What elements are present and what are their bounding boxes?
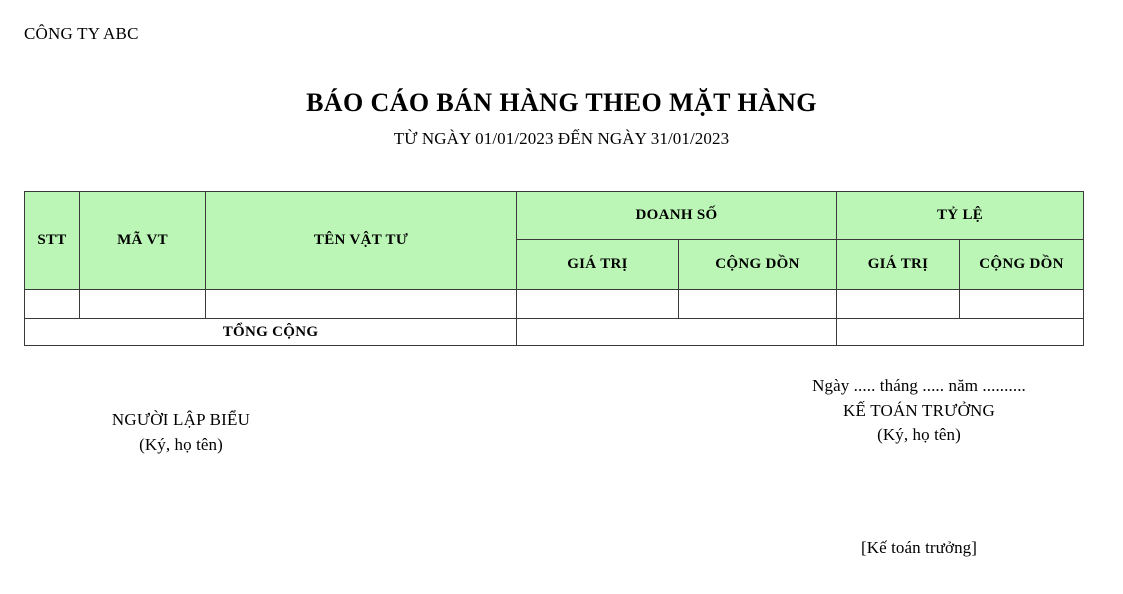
- cell-ma-vt: [79, 289, 206, 319]
- column-header-ma-vt: MÃ VT: [79, 191, 206, 290]
- cell-ty-le-cong-don: [958, 289, 1085, 319]
- column-header-stt: STT: [24, 191, 80, 290]
- column-header-doanh-so: DOANH SỐ: [516, 191, 837, 240]
- table-header: STT MÃ VT TÊN VẬT TƯ DOANH SỐ TỶ LỆ GIÁ …: [24, 191, 1085, 290]
- signature-block-chief-accountant: Ngày ..... tháng ..... năm .......... KẾ…: [779, 374, 1059, 448]
- total-doanh-so: [516, 318, 837, 346]
- cell-ten-vat-tu: [205, 289, 517, 319]
- company-name: CÔNG TY ABC: [24, 24, 139, 43]
- cell-doanh-so-cong-don: [678, 289, 837, 319]
- footer-role-tag: [Kế toán trưởng]: [860, 538, 978, 557]
- report-page: CÔNG TY ABC BÁO CÁO BÁN HÀNG THEO MẶT HÀ…: [0, 0, 1123, 594]
- cell-stt: [24, 289, 80, 319]
- preparer-sign-note: (Ký, họ tên): [139, 434, 223, 454]
- chief-accountant-sign-note: (Ký, họ tên): [877, 425, 961, 445]
- chief-accountant-role-label: KẾ TOÁN TRƯỞNG: [843, 400, 995, 420]
- cell-ty-le-gia-tri: [836, 289, 960, 319]
- signature-block-preparer: NGƯỜI LẬP BIỂU (Ký, họ tên): [61, 408, 301, 457]
- column-header-ty-le-cong-don: CỘNG DỒN: [958, 239, 1085, 290]
- column-header-ten-vat-tu: TÊN VẬT TƯ: [205, 191, 517, 290]
- report-period-subtitle: TỪ NGÀY 01/01/2023 ĐẾN NGÀY 31/01/2023: [393, 128, 730, 148]
- total-ty-le: [835, 318, 1085, 346]
- report-table: STT MÃ VT TÊN VẬT TƯ DOANH SỐ TỶ LỆ GIÁ …: [24, 191, 1085, 346]
- column-header-doanh-so-gia-tri: GIÁ TRỊ: [516, 239, 679, 290]
- signature-date-line: Ngày ..... tháng ..... năm ..........: [812, 376, 1026, 395]
- column-header-ty-le: TỶ LỆ: [835, 191, 1085, 240]
- table-total-row: TỔNG CỘNG: [24, 318, 1085, 346]
- table-row: [24, 289, 1085, 319]
- title-block: BÁO CÁO BÁN HÀNG THEO MẶT HÀNG TỪ NGÀY 0…: [0, 88, 1123, 149]
- column-header-doanh-so-cong-don: CỘNG DỒN: [678, 239, 837, 290]
- column-header-ty-le-gia-tri: GIÁ TRỊ: [836, 239, 960, 290]
- report-table-container: STT MÃ VT TÊN VẬT TƯ DOANH SỐ TỶ LỆ GIÁ …: [24, 191, 1085, 346]
- total-label: TỔNG CỘNG: [24, 318, 517, 346]
- table-body: TỔNG CỘNG: [24, 289, 1085, 346]
- preparer-role-label: NGƯỜI LẬP BIỂU: [111, 410, 251, 429]
- table-header-row-top: STT MÃ VT TÊN VẬT TƯ DOANH SỐ TỶ LỆ: [24, 191, 1085, 290]
- page-title: BÁO CÁO BÁN HÀNG THEO MẶT HÀNG: [306, 88, 817, 117]
- cell-doanh-so-gia-tri: [516, 289, 679, 319]
